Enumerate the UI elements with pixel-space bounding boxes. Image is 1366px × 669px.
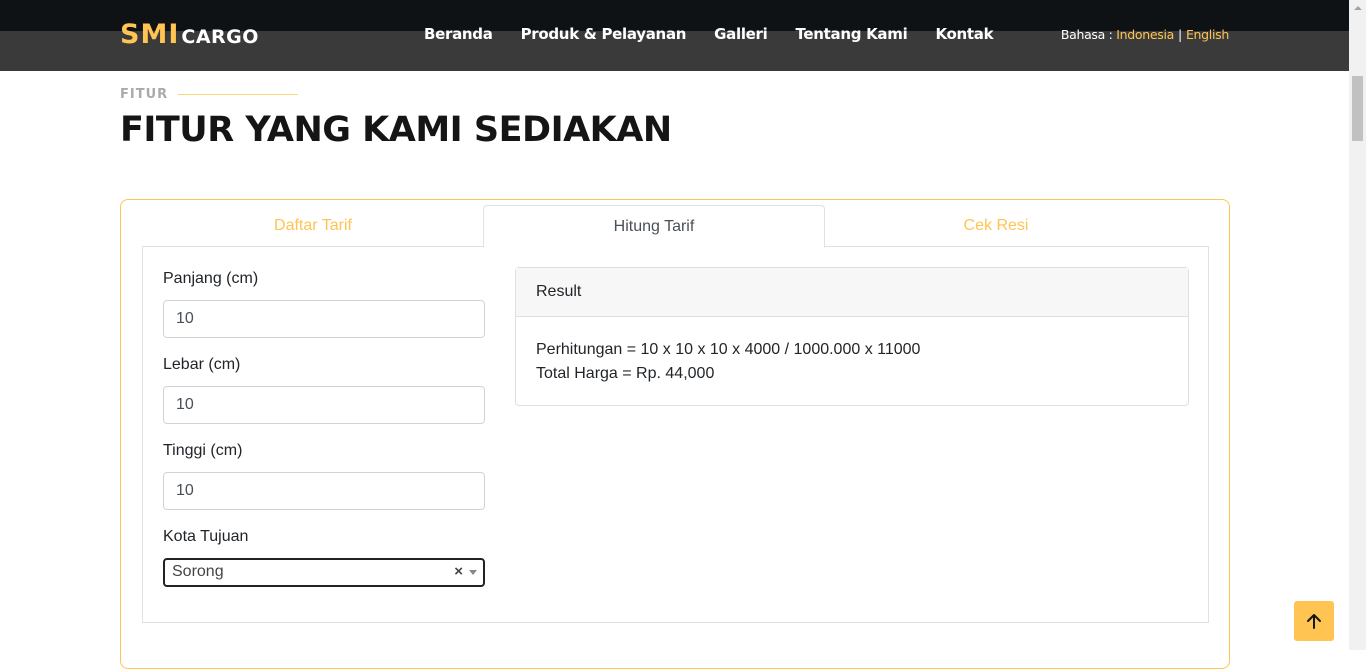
section-eyebrow-text: FITUR <box>120 87 169 102</box>
scrollbar-thumb[interactable] <box>1352 76 1363 141</box>
height-label: Tinggi (cm) <box>163 442 243 459</box>
main-nav: Beranda Produk & Pelayanan Galleri Tenta… <box>424 25 994 43</box>
tab-bar: Daftar Tarif Hitung Tarif Cek Resi <box>142 205 1209 248</box>
scroll-up-arrow-icon[interactable] <box>1349 0 1366 17</box>
nav-item-kontak[interactable]: Kontak <box>935 25 993 43</box>
language-separator: | <box>1178 27 1182 42</box>
logo-text-smi: SMI <box>120 19 180 50</box>
width-label: Lebar (cm) <box>163 356 241 373</box>
city-select-value: Sorong <box>172 563 224 580</box>
length-input[interactable] <box>163 300 485 338</box>
eyebrow-divider <box>178 94 299 95</box>
nav-item-tentang-kami[interactable]: Tentang Kami <box>795 25 907 43</box>
site-logo[interactable]: SMI CARGO <box>120 19 259 51</box>
city-select[interactable]: Sorong × <box>163 558 485 587</box>
nav-item-produk-pelayanan[interactable]: Produk & Pelayanan <box>521 25 687 43</box>
result-calculation: Perhitungan = 10 x 10 x 10 x 4000 / 1000… <box>536 341 921 358</box>
height-input[interactable] <box>163 472 485 510</box>
language-indonesia-link[interactable]: Indonesia <box>1116 27 1174 42</box>
result-body: Perhitungan = 10 x 10 x 10 x 4000 / 1000… <box>516 317 1188 407</box>
result-header: Result <box>516 268 1188 317</box>
width-input[interactable] <box>163 386 485 424</box>
tab-daftar-tarif[interactable]: Daftar Tarif <box>142 205 484 247</box>
logo-text-cargo: CARGO <box>181 26 259 48</box>
result-card: Result Perhitungan = 10 x 10 x 10 x 4000… <box>515 267 1189 406</box>
tab-hitung-tarif[interactable]: Hitung Tarif <box>483 205 825 248</box>
language-prefix: Bahasa : <box>1060 27 1113 42</box>
result-total-price: Total Harga = Rp. 44,000 <box>536 365 715 382</box>
chevron-down-icon[interactable] <box>469 570 477 575</box>
page-title: FITUR YANG KAMI SEDIAKAN <box>120 110 672 150</box>
length-label: Panjang (cm) <box>163 270 259 287</box>
feature-card: Daftar Tarif Hitung Tarif Cek Resi Panja… <box>120 199 1230 669</box>
tab-cek-resi[interactable]: Cek Resi <box>825 205 1167 247</box>
back-to-top-button[interactable] <box>1294 601 1334 641</box>
clear-selection-icon[interactable]: × <box>454 563 463 580</box>
language-switcher: Bahasa : Indonesia | English <box>1061 27 1229 42</box>
page-scrollbar[interactable] <box>1349 0 1366 650</box>
tab-panel-hitung-tarif: Panjang (cm) Lebar (cm) Tinggi (cm) Kota… <box>142 247 1209 623</box>
nav-item-beranda[interactable]: Beranda <box>424 25 493 43</box>
site-header: SMI CARGO Beranda Produk & Pelayanan Gal… <box>0 0 1349 71</box>
language-english-link[interactable]: English <box>1186 27 1229 42</box>
nav-item-galleri[interactable]: Galleri <box>714 25 768 43</box>
section-eyebrow: FITUR <box>120 87 299 102</box>
arrow-up-icon <box>1307 614 1321 629</box>
city-label: Kota Tujuan <box>163 528 249 545</box>
